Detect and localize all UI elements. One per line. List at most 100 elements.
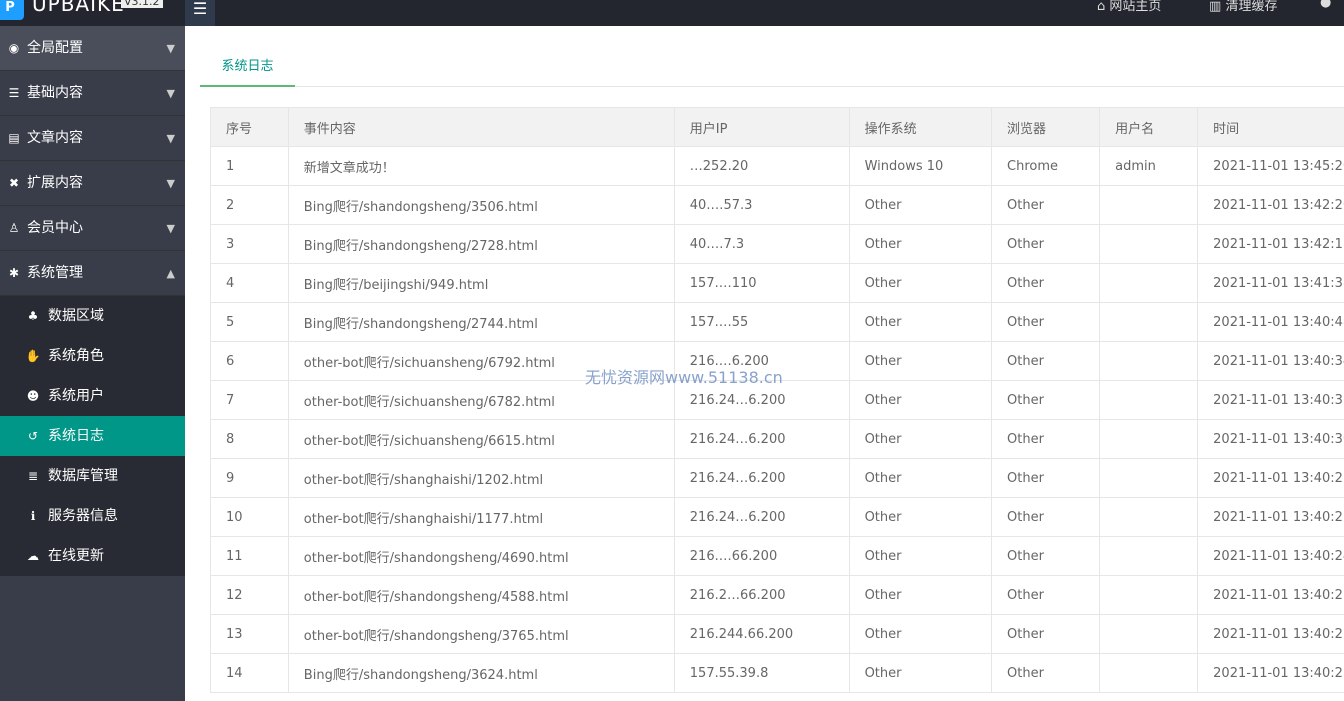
table-cell: Other: [991, 380, 1101, 420]
sidebar-item[interactable]: ↺ 系统日志: [0, 416, 185, 456]
table-cell: [1099, 497, 1199, 537]
submenu: ♣ 数据区域 ✋ 系统角色 ☻ 系统用户 ↺ 系统日志 ≣ 数据库管理 ℹ 服务器信息 ☁ 在线更新: [0, 296, 185, 576]
nav-clear-cache[interactable]: ▥ 清理缓存: [1209, 0, 1277, 14]
users-icon: ☻: [26, 389, 40, 403]
table-cell: [1099, 185, 1199, 225]
sidebar-item[interactable]: ☁ 在线更新: [0, 536, 185, 576]
sidebar-group[interactable]: ✖ 扩展内容 ▼: [0, 161, 185, 206]
table-cell: 216.24…6.200: [673, 497, 850, 537]
caret-down-icon: ▼: [166, 87, 175, 100]
table-cell: Other: [848, 614, 993, 654]
log-table: 序号 事件内容 用户IP 操作系统 浏览器 用户名 时间 1 新增文章成功！ …252.20 Wi…: [210, 107, 1344, 693]
globe-icon: ◉: [8, 41, 20, 55]
table-cell: 2: [210, 185, 289, 225]
table-cell: 8: [210, 419, 289, 459]
table-cell: 216.…66.200: [673, 536, 850, 576]
sidebar-group[interactable]: ✱ 系统管理 ▲: [0, 251, 185, 296]
sidebar-group-label: 文章内容: [27, 130, 83, 146]
table-row: 1 新增文章成功！ …252.20 Windows 10 Chrome admin 2021…: [210, 146, 1344, 186]
table-cell: Other: [991, 185, 1101, 225]
table-cell: Other: [848, 419, 993, 459]
sidebar-item[interactable]: ≣ 数据库管理: [0, 456, 185, 496]
table-cell: [1099, 341, 1199, 381]
table-cell: [1099, 302, 1199, 342]
database-icon: ≣: [27, 469, 39, 483]
table-row: 3 Bing爬行/shandongsheng/2728.html 40.…7.3 Ot…: [210, 224, 1344, 264]
table-cell: other-bot爬行/sichuansheng/6615.html: [287, 419, 675, 459]
table-cell: 216.2…66.200: [673, 575, 850, 615]
table-cell: Other: [991, 341, 1101, 381]
table-cell: 157.…110: [673, 263, 850, 303]
table-row: 8 other-bot爬行/sichuansheng/6615.html 216.2…: [210, 419, 1344, 459]
table-cell: …252.20: [673, 146, 850, 186]
table-row: 10 other-bot爬行/shanghaishi/1177.html 216.2…: [210, 497, 1344, 537]
sidebar-item[interactable]: ℹ 服务器信息: [0, 496, 185, 536]
table-cell: 5: [210, 302, 289, 342]
sidebar-item-label: 系统用户: [48, 388, 104, 404]
sidebar-item[interactable]: ✋ 系统角色: [0, 336, 185, 376]
table-row: 4 Bing爬行/beijingshi/949.html 157.…110 Other…: [210, 263, 1344, 303]
table-cell: Other: [848, 302, 993, 342]
sidebar-group-label: 基础内容: [27, 85, 83, 101]
table-cell: Bing爬行/shandongsheng/2744.html: [287, 302, 675, 342]
table-cell: 2021-11-01 13:42:20: [1197, 185, 1344, 225]
table-cell: [1099, 653, 1199, 693]
table-cell: 2021-11-01 13:40:32: [1197, 380, 1344, 420]
table-cell: Other: [848, 497, 993, 537]
table-row: 2 Bing爬行/shandongsheng/3506.html 40.…57.3 O…: [210, 185, 1344, 225]
table-cell: 40.…57.3: [673, 185, 850, 225]
cloud-upload-icon: ☁: [27, 549, 39, 563]
watermark: 无忧资源网www.51138.cn: [585, 368, 783, 387]
table-cell: 2021-11-01 13:45:20: [1197, 146, 1344, 186]
column-header: 时间: [1197, 107, 1344, 147]
sidebar-group-label: 全局配置: [27, 40, 83, 56]
table-cell: 216.24…6.200: [673, 419, 850, 459]
sidebar-item-label: 数据区域: [48, 308, 104, 324]
table-cell: 11: [210, 536, 289, 576]
sidebar-group-label: 系统管理: [27, 265, 83, 281]
sidebar-group[interactable]: ◉ 全局配置 ▼: [0, 26, 185, 71]
caret-down-icon: ▼: [166, 222, 175, 235]
table-row: 9 other-bot爬行/shanghaishi/1202.html 216.24…: [210, 458, 1344, 498]
nav-home[interactable]: ⌂ 网站主页: [1097, 0, 1161, 14]
sidebar-group[interactable]: ▤ 文章内容 ▼: [0, 116, 185, 161]
caret-down-icon: ▼: [166, 177, 175, 190]
column-header: 序号: [210, 107, 289, 147]
sidebar-item-label: 在线更新: [48, 548, 104, 564]
table-cell: Bing爬行/shandongsheng/3506.html: [287, 185, 675, 225]
sidebar-group[interactable]: ♙ 会员中心 ▼: [0, 206, 185, 251]
table-cell: Other: [991, 224, 1101, 264]
sidebar-item[interactable]: ☻ 系统用户: [0, 376, 185, 416]
table-row: 12 other-bot爬行/shandongsheng/4588.html 216…: [210, 575, 1344, 615]
version-badge: V3.1.2: [121, 0, 163, 8]
hamburger-icon[interactable]: ☰: [185, 0, 215, 26]
user-menu[interactable]: ●: [1320, 0, 1331, 10]
column-header: 事件内容: [287, 107, 675, 147]
tab-bar: 系统日志: [200, 50, 1344, 87]
table-cell: [1099, 419, 1199, 459]
table-cell: 2021-11-01 13:42:18: [1197, 224, 1344, 264]
table-cell: [1099, 263, 1199, 303]
sidebar-group-label: 扩展内容: [27, 175, 83, 191]
sliders-icon: ☰: [8, 86, 20, 100]
hand-icon: ✋: [25, 349, 41, 363]
table-row: 5 Bing爬行/shandongsheng/2744.html 157.…55 Ot…: [210, 302, 1344, 342]
table-cell: 3: [210, 224, 289, 264]
table-cell: Other: [848, 224, 993, 264]
table-cell: 2021-11-01 13:41:38: [1197, 263, 1344, 303]
sitemap-icon: ♣: [27, 309, 39, 323]
sidebar-group[interactable]: ☰ 基础内容 ▼: [0, 71, 185, 116]
sidebar-item-label: 数据库管理: [48, 468, 118, 484]
sidebar-item[interactable]: ♣ 数据区域: [0, 296, 185, 336]
tab-system-log[interactable]: 系统日志: [200, 50, 295, 87]
document-icon: ▤: [8, 131, 20, 145]
table-cell: 2021-11-01 13:40:48: [1197, 302, 1344, 342]
table-cell: 2021-11-01 13:40:22: [1197, 653, 1344, 693]
table-cell: [1099, 575, 1199, 615]
table-cell: other-bot爬行/shanghaishi/1202.html: [287, 458, 675, 498]
table-cell: Other: [991, 536, 1101, 576]
table-cell: Other: [848, 536, 993, 576]
puzzle-icon: ✖: [8, 176, 20, 190]
table-cell: [1099, 614, 1199, 654]
sidebar-item-label: 系统日志: [48, 428, 104, 444]
